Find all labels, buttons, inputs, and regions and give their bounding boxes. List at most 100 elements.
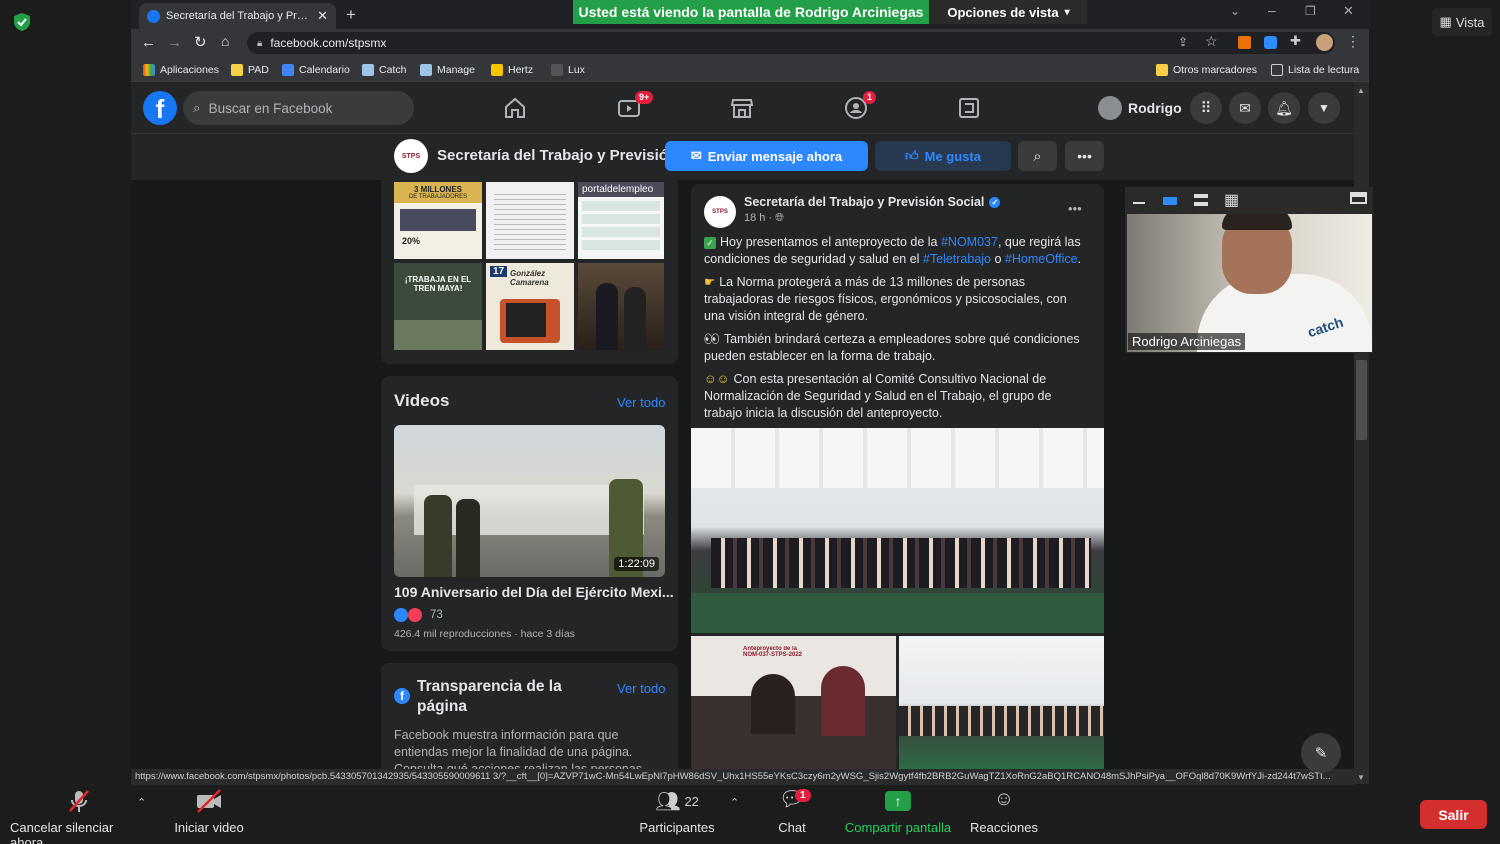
emoji-icon: ☺ [993, 788, 1015, 810]
hashtag-link[interactable]: #HomeOffice [1005, 252, 1078, 266]
muted-microphone-icon [69, 790, 89, 812]
post-author[interactable]: Secretaría del Trabajo y Previsión Socia… [744, 195, 1001, 209]
calendar-icon [282, 64, 294, 76]
facebook-small-icon: f [394, 688, 410, 704]
bookmark-lux[interactable]: Lux [551, 62, 585, 78]
photo-thumbnail[interactable]: ¡TRABAJA EN EL TREN MAYA! [394, 263, 482, 350]
tab-search-icon[interactable]: ⌄ [1230, 4, 1240, 18]
photo-thumbnail[interactable]: 3 MILLONES DE TRABAJADORES 20% [394, 182, 482, 259]
search-icon: ⌕ [1033, 147, 1042, 165]
new-tab-icon[interactable]: + [346, 5, 356, 25]
view-options-button[interactable]: Opciones de vista ▾ [930, 0, 1087, 24]
reactions-button[interactable]: ☺ Reacciones [970, 788, 1038, 835]
post-avatar[interactable]: STPS [704, 196, 736, 228]
active-speaker-view-icon[interactable] [1163, 197, 1177, 205]
zoom-extension-icon[interactable] [1264, 36, 1277, 49]
folder-icon [1156, 64, 1168, 76]
photo-thumbnail[interactable]: 17 González Camarena [486, 263, 574, 350]
bookmark-pad[interactable]: PAD [231, 62, 269, 78]
gallery-view-icon[interactable]: ▦ [1224, 190, 1239, 210]
star-icon[interactable]: ☆ [1205, 33, 1218, 50]
profile-avatar[interactable] [1316, 34, 1333, 51]
view-button[interactable]: ▦ Vista [1432, 8, 1492, 36]
hertz-icon [491, 64, 503, 76]
minimize-video-icon[interactable] [1133, 202, 1145, 204]
folder-icon [231, 64, 243, 76]
bookmark-calendario[interactable]: Calendario [282, 62, 350, 78]
more-icon: ••• [1077, 148, 1092, 164]
browser-tab[interactable]: Secretaría del Trabajo y Previsión ✕ [139, 3, 336, 29]
photo-thumbnail[interactable]: portaldelempleo [578, 182, 664, 259]
photo-thumbnail[interactable] [578, 263, 664, 350]
bookmark-manage[interactable]: Manage [420, 62, 475, 78]
video-thumbnail[interactable]: 1:22:09 [394, 425, 665, 577]
video-title[interactable]: 109 Aniversario del Día del Ejército Mex… [394, 584, 674, 600]
participants-caret[interactable]: ⌃ [730, 796, 739, 809]
audio-options-caret[interactable]: ⌃ [137, 796, 146, 809]
video-meta: 426.4 mil reproducciones · hace 3 días [394, 628, 575, 640]
bookmark-hertz[interactable]: Hertz [491, 62, 533, 78]
close-tab-icon[interactable]: ✕ [317, 8, 328, 24]
send-message-button[interactable]: ✉ Enviar mensaje ahora [665, 141, 868, 171]
bookmark-catch[interactable]: Catch [362, 62, 406, 78]
share-icon[interactable]: ⇪ [1178, 35, 1188, 49]
reading-list[interactable]: Lista de lectura [1271, 62, 1359, 78]
home-icon[interactable]: ⌂ [221, 33, 229, 49]
scroll-up-icon[interactable]: ▲ [1357, 86, 1365, 95]
notifications-button[interactable]: 🔔︎ [1268, 92, 1300, 124]
leave-button[interactable]: Salir [1420, 800, 1487, 829]
scroll-thumb[interactable] [1356, 360, 1367, 440]
post-photo-main[interactable] [691, 428, 1104, 633]
messenger-button[interactable]: ✉ [1229, 92, 1261, 124]
lux-icon [551, 64, 563, 76]
pointing-hand-icon: ☛ [704, 275, 716, 289]
hashtag-link[interactable]: #NOM037 [941, 235, 998, 249]
forward-icon[interactable]: → [167, 34, 182, 51]
post-photo-3[interactable] [899, 636, 1104, 769]
close-window-icon[interactable]: ✕ [1343, 3, 1354, 19]
profile-chip[interactable]: Rodrigo [1098, 96, 1182, 120]
facebook-search[interactable]: ⌕ Buscar en Facebook [183, 91, 414, 125]
home-icon[interactable] [503, 96, 527, 120]
marketplace-icon[interactable] [730, 96, 754, 120]
account-button[interactable]: ▼ [1308, 92, 1340, 124]
share-screen-button[interactable]: ↑ Compartir pantalla [843, 788, 953, 835]
puzzle-icon[interactable]: ✚ [1290, 33, 1301, 49]
extension-icon[interactable] [1238, 36, 1251, 49]
back-icon[interactable]: ← [141, 34, 156, 51]
facebook-logo[interactable]: f [143, 91, 177, 125]
reload-icon[interactable]: ↻ [194, 33, 207, 51]
unmute-button[interactable]: Cancelar silenciar ahora [10, 788, 148, 844]
bookmark-other[interactable]: Otros marcadores [1156, 62, 1257, 78]
gallery-strip-icon[interactable] [1194, 194, 1208, 206]
page-title: Secretaría del Trabajo y Previsió... [437, 147, 681, 164]
menu-icon[interactable]: ⋮ [1346, 33, 1360, 50]
start-video-button[interactable]: Iniciar video [172, 788, 246, 835]
menu-grid-button[interactable]: ⠿ [1190, 92, 1222, 124]
scroll-down-icon[interactable]: ▼ [1357, 773, 1365, 782]
page-avatar[interactable]: STPS [394, 139, 428, 173]
page-search-button[interactable]: ⌕ [1018, 141, 1057, 171]
address-bar[interactable]: 🔒︎ facebook.com/stpsmx [247, 32, 1335, 54]
videos-see-all-link[interactable]: Ver todo [617, 395, 665, 410]
more-options-button[interactable]: ••• [1065, 141, 1104, 171]
messenger-icon: ✉ [690, 148, 702, 163]
post-photo-2[interactable]: Anteproyecto de la NOM-037-STPS-2022 [691, 636, 896, 769]
participants-button[interactable]: 👥︎ 22 Participantes [637, 788, 717, 836]
grid-icon: ▦ [1439, 14, 1452, 29]
new-message-button[interactable]: ✎ [1301, 733, 1341, 773]
post-more-icon[interactable]: ••• [1068, 201, 1082, 216]
transparency-see-all-link[interactable]: Ver todo [617, 681, 665, 696]
restore-icon[interactable]: ❐ [1305, 4, 1316, 18]
hashtag-link[interactable]: #Teletrabajo [923, 252, 991, 266]
post-text: ✓ Hoy presentamos el anteproyecto de la #… [704, 234, 1089, 428]
like-button[interactable]: 👍︎ Me gusta [875, 141, 1011, 171]
participant-name: Rodrigo Arciniegas [1128, 333, 1246, 350]
photo-thumbnail[interactable] [486, 182, 574, 259]
minimize-icon[interactable]: – [1268, 2, 1276, 18]
gaming-icon[interactable] [957, 96, 981, 120]
pop-out-icon[interactable] [1350, 192, 1367, 204]
caret-down-icon: ▼ [1318, 101, 1330, 115]
bookmark-apps[interactable]: Aplicaciones [143, 62, 219, 78]
post-paragraph: 👀︎ También brindará certeza a empleadores… [704, 332, 1080, 363]
